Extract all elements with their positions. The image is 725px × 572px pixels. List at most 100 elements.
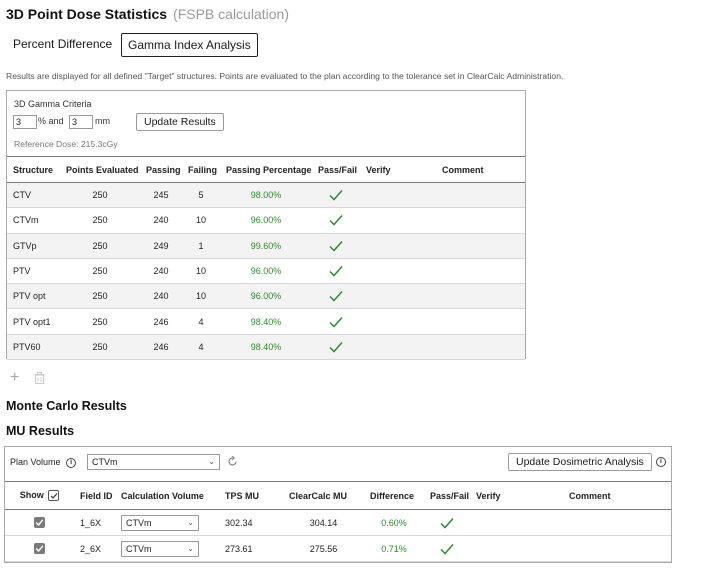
verify-cell[interactable] xyxy=(470,535,563,562)
col-passing: Passing xyxy=(140,156,182,183)
col-verify: Verify xyxy=(360,156,436,183)
checkmark-icon xyxy=(329,265,343,277)
col-mu-comment: Comment xyxy=(563,481,671,510)
verify-cell[interactable] xyxy=(360,283,436,310)
plan-volume-select[interactable]: CTVm ⌄ xyxy=(87,454,220,470)
mm-input[interactable]: 3 xyxy=(69,115,93,129)
calculation-volume-cell: CTVm ⌄ xyxy=(115,509,219,536)
comment-cell[interactable] xyxy=(436,258,525,285)
checkmark-icon xyxy=(329,341,343,353)
comment-cell[interactable] xyxy=(436,182,525,209)
col-mu-pass-fail: Pass/Fail xyxy=(424,481,470,510)
checkmark-icon xyxy=(329,215,343,227)
show-checkbox[interactable] xyxy=(34,543,45,555)
points-evaluated-cell: 250 xyxy=(60,308,140,335)
pass-fail-cell xyxy=(312,233,360,259)
structure-cell: PTV60 xyxy=(7,334,60,361)
failing-cell: 1 xyxy=(182,233,220,259)
refresh-icon[interactable] xyxy=(227,456,238,467)
table-row[interactable]: PTV opt1 250 246 4 98.40% xyxy=(7,308,525,335)
table-row[interactable]: PTV opt 250 240 10 96.00% xyxy=(7,283,525,310)
monte-carlo-heading: Monte Carlo Results xyxy=(6,399,127,413)
field-id-cell: 2_6X xyxy=(74,535,115,562)
tps-mu-cell: 273.61 xyxy=(219,535,283,562)
verify-cell[interactable] xyxy=(360,182,436,209)
verify-cell[interactable] xyxy=(360,233,436,259)
col-structure: Structure xyxy=(7,156,60,183)
points-evaluated-cell: 250 xyxy=(60,207,140,234)
failing-cell: 4 xyxy=(182,308,220,335)
verify-cell[interactable] xyxy=(470,509,563,536)
table-row[interactable]: GTVp 250 249 1 99.60% xyxy=(7,233,525,259)
table-row[interactable]: CTV 250 245 5 98.00% xyxy=(7,182,525,209)
table-row[interactable]: PTV60 250 246 4 98.40% xyxy=(7,334,525,361)
tab-gamma-index-analysis[interactable]: Gamma Index Analysis xyxy=(121,33,258,57)
chevron-down-icon: ⌄ xyxy=(187,517,194,527)
col-show-label: Show xyxy=(19,489,44,500)
verify-cell[interactable] xyxy=(360,308,436,335)
pass-fail-cell xyxy=(312,308,360,335)
passing-percentage-cell: 96.00% xyxy=(220,258,312,285)
mm-label: mm xyxy=(95,116,110,126)
clearcalc-mu-cell: 275.56 xyxy=(283,535,364,562)
comment-cell[interactable] xyxy=(436,207,525,234)
info-text: Results are displayed for all defined "T… xyxy=(6,71,564,81)
gamma-panel: 3D Gamma Criteria 3 % and 3 mm Update Re… xyxy=(6,90,526,361)
col-pass-fail: Pass/Fail xyxy=(312,156,360,183)
pass-fail-cell xyxy=(312,334,360,361)
show-all-checkbox[interactable] xyxy=(48,490,60,502)
checkmark-icon xyxy=(329,190,343,201)
show-cell xyxy=(5,535,74,562)
failing-cell: 10 xyxy=(182,258,220,285)
calculation-volume-select[interactable]: CTVm ⌄ xyxy=(121,514,199,531)
structure-cell: PTV opt xyxy=(7,283,60,310)
comment-cell[interactable] xyxy=(436,334,525,361)
col-show: Show xyxy=(5,481,74,510)
points-evaluated-cell: 250 xyxy=(60,283,140,310)
col-clearcalc-mu: ClearCalc MU xyxy=(283,481,364,510)
verify-cell[interactable] xyxy=(360,207,436,234)
passing-cell: 245 xyxy=(140,182,182,209)
comment-cell[interactable] xyxy=(563,509,671,536)
add-icon[interactable]: + xyxy=(10,370,19,386)
verify-cell[interactable] xyxy=(360,258,436,285)
show-cell xyxy=(5,509,74,536)
points-evaluated-cell: 250 xyxy=(60,334,140,361)
info-icon[interactable]: i xyxy=(66,457,77,468)
page-title-text: 3D Point Dose Statistics xyxy=(6,6,168,22)
mu-results-heading: MU Results xyxy=(6,424,75,438)
gamma-results-table: Structure Points Evaluated Passing Faili… xyxy=(7,156,525,361)
dosimetric-info-icon[interactable]: i xyxy=(656,457,666,467)
mu-results-table: Show Field ID Calculation Volume TPS MU … xyxy=(5,481,671,562)
structure-cell: CTV xyxy=(7,182,60,209)
update-dosimetric-analysis-button[interactable]: Update Dosimetric Analysis xyxy=(508,453,652,471)
show-checkbox[interactable] xyxy=(34,517,45,529)
table-row[interactable]: PTV 250 240 10 96.00% xyxy=(7,258,525,285)
mu-results-panel: Plan Volume i CTVm ⌄ Update Dosimetric A… xyxy=(4,446,672,563)
structure-cell: CTVm xyxy=(7,207,60,234)
passing-cell: 246 xyxy=(140,334,182,361)
pass-fail-cell xyxy=(424,509,470,536)
passing-cell: 246 xyxy=(140,308,182,335)
comment-cell[interactable] xyxy=(436,233,525,259)
pass-fail-cell xyxy=(312,182,360,209)
percent-input[interactable]: 3 xyxy=(13,115,37,129)
difference-cell: 0.60% xyxy=(364,509,424,536)
structure-cell: GTVp xyxy=(7,233,60,259)
table-row[interactable]: 2_6X CTVm ⌄ 273.61 275.56 0.71% xyxy=(5,535,671,562)
passing-cell: 240 xyxy=(140,283,182,310)
reference-dose: Reference Dose: 215.3cGy xyxy=(14,139,118,149)
table-row[interactable]: CTVm 250 240 10 96.00% xyxy=(7,207,525,234)
comment-cell[interactable] xyxy=(436,308,525,335)
page-subtitle: (FSPB calculation) xyxy=(173,6,289,22)
comment-cell[interactable] xyxy=(436,283,525,310)
update-results-button[interactable]: Update Results xyxy=(136,113,224,131)
col-passing-percentage: Passing Percentage xyxy=(220,156,312,183)
passing-percentage-cell: 98.00% xyxy=(220,182,312,209)
tab-percent-difference[interactable]: Percent Difference xyxy=(7,33,118,57)
trash-icon[interactable] xyxy=(34,372,45,384)
calculation-volume-select[interactable]: CTVm ⌄ xyxy=(121,540,199,557)
verify-cell[interactable] xyxy=(360,334,436,361)
table-row[interactable]: 1_6X CTVm ⌄ 302.34 304.14 0.60% xyxy=(5,509,671,536)
comment-cell[interactable] xyxy=(563,535,671,562)
